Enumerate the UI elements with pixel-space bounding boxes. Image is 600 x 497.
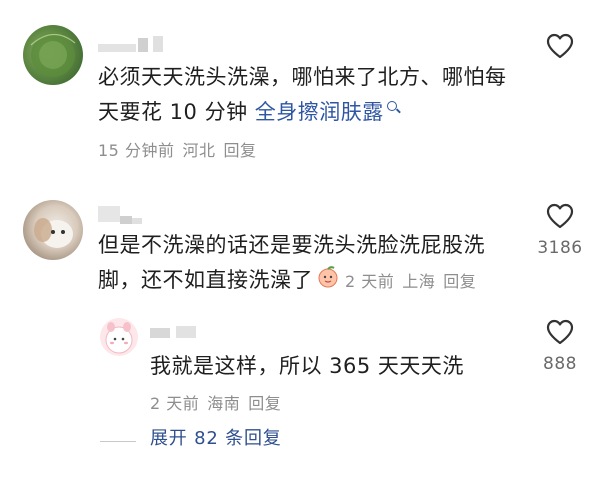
comment-text: 但是不洗澡的话还是要洗头洗脸洗屁股洗 脚，还不如直接洗澡了 2 天前 上海 回复 xyxy=(98,228,538,299)
expand-replies-button[interactable]: 展开 82 条回复 xyxy=(150,424,282,454)
comment-text-line: 但是不洗澡的话还是要洗头洗脸洗屁股洗 xyxy=(98,233,485,257)
comment-text-line: 脚，还不如直接洗澡了 2 天前 上海 回复 xyxy=(98,263,538,299)
reply-button[interactable]: 回复 xyxy=(443,272,476,291)
comment-text-segment: 天要花 10 分钟 xyxy=(98,100,255,124)
like-count: 3186 xyxy=(537,238,583,258)
avatar[interactable] xyxy=(23,200,83,260)
like-button[interactable] xyxy=(530,33,590,59)
heart-outline-icon xyxy=(546,203,574,229)
search-icon[interactable] xyxy=(386,101,397,111)
comment-text: 必须天天洗头洗澡，哪怕来了北方、哪怕每 天要花 10 分钟 全身擦润肤露 xyxy=(98,60,538,130)
comment-location: 上海 xyxy=(402,272,436,291)
username-blurred[interactable] xyxy=(150,322,220,344)
comment-meta: 15 分钟前 河北 回复 xyxy=(98,137,264,161)
comment-time: 2 天前 xyxy=(345,272,395,291)
username-blurred[interactable] xyxy=(98,34,168,56)
search-link[interactable]: 全身擦润肤露 xyxy=(255,100,384,124)
comment-text-line: 我就是这样，所以 365 天天天洗 xyxy=(150,354,464,378)
reply-button[interactable]: 回复 xyxy=(248,394,281,413)
like-button[interactable]: 3186 xyxy=(530,203,590,258)
comment-location: 河北 xyxy=(182,141,216,160)
username-blurred[interactable] xyxy=(98,204,168,226)
comment-location: 海南 xyxy=(207,394,241,413)
expand-divider xyxy=(100,441,136,442)
comment-meta: 2 天前 上海 回复 xyxy=(345,272,484,291)
cat-avatar-icon xyxy=(34,218,73,248)
reply-button[interactable]: 回复 xyxy=(223,141,256,160)
cartoon-avatar-icon xyxy=(105,322,133,354)
comment-time: 15 分钟前 xyxy=(98,141,175,160)
heart-outline-icon xyxy=(546,33,574,59)
leaf-avatar-icon xyxy=(30,33,76,77)
expand-replies-label[interactable]: 展开 82 条回复 xyxy=(150,428,282,449)
heart-outline-icon xyxy=(546,319,574,345)
comment-meta: 2 天前 海南 回复 xyxy=(150,390,289,414)
peach-face-emoji xyxy=(317,264,339,299)
comment-text-segment: 脚，还不如直接洗澡了 xyxy=(98,268,313,292)
comment-time: 2 天前 xyxy=(150,394,200,413)
comment-text-line: 必须天天洗头洗澡，哪怕来了北方、哪怕每 xyxy=(98,65,507,89)
comment-text-line: 天要花 10 分钟 全身擦润肤露 xyxy=(98,95,538,130)
comment-text: 我就是这样，所以 365 天天天洗 xyxy=(150,349,530,384)
like-button[interactable]: 888 xyxy=(530,319,590,374)
avatar[interactable] xyxy=(23,25,83,85)
like-count: 888 xyxy=(543,354,577,374)
avatar[interactable] xyxy=(100,318,138,356)
